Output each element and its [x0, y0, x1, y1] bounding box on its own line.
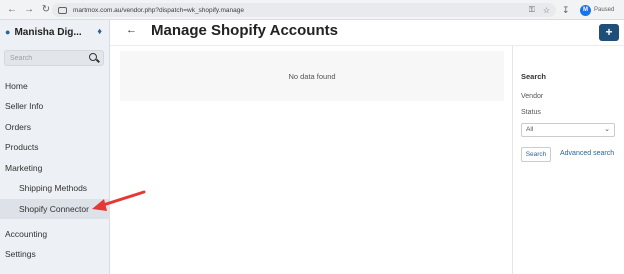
back-arrow-icon[interactable]: ← — [126, 24, 137, 36]
sidebar-item-seller-info[interactable]: Seller Info — [0, 96, 110, 116]
avatar: M — [580, 4, 591, 16]
bookmark-star-icon[interactable]: ☆ — [543, 6, 550, 15]
chevron-down-icon: ⌄ — [604, 126, 610, 133]
advanced-search-link[interactable]: Advanced search — [560, 150, 614, 157]
search-panel: Search Vendor Status All ⌄ Search Advanc… — [512, 46, 624, 274]
empty-state: No data found — [120, 51, 504, 101]
vendor-label: Vendor — [521, 93, 544, 100]
search-icon[interactable] — [89, 53, 97, 61]
sidebar-item-home[interactable]: Home — [0, 76, 110, 96]
sidebar-item-products[interactable]: Products — [0, 137, 110, 157]
sidebar-item-settings[interactable]: Settings — [0, 244, 110, 264]
sidebar-item-marketing[interactable]: Marketing — [0, 158, 110, 178]
status-select-value: All — [526, 126, 534, 133]
sidebar: ● Manisha Dig... ♦ Home Seller Info Orde… — [0, 20, 110, 274]
search-panel-heading: Search — [521, 72, 547, 81]
forward-nav-icon[interactable]: → — [22, 3, 36, 17]
annotation-arrow — [92, 190, 146, 211]
profile-status: Paused — [594, 7, 615, 13]
sidebar-search-input[interactable] — [10, 54, 86, 62]
status-select[interactable]: All ⌄ — [521, 123, 615, 137]
sidebar-item-orders[interactable]: Orders — [0, 117, 110, 137]
annotation-arrow-head — [92, 199, 107, 211]
key-icon[interactable]: ⚿ — [529, 5, 535, 15]
user-name: Manisha Dig... — [14, 26, 82, 38]
address-bar[interactable]: martmox.com.au/vendor.php?dispatch=wk_sh… — [52, 3, 556, 17]
reload-icon[interactable]: ↻ — [39, 3, 53, 17]
annotation-arrow-shaft — [98, 190, 146, 208]
add-account-button[interactable]: + — [599, 24, 619, 41]
page-title: Manage Shopify Accounts — [151, 22, 338, 39]
download-icon[interactable]: ↧ — [562, 3, 570, 17]
back-nav-icon[interactable]: ← — [5, 3, 19, 17]
url-text: martmox.com.au/vendor.php?dispatch=wk_sh… — [73, 6, 244, 14]
profile-button[interactable]: M Paused — [580, 3, 614, 17]
sidebar-user[interactable]: ● Manisha Dig... ♦ — [0, 20, 110, 44]
sidebar-search — [4, 50, 104, 66]
site-info-icon[interactable] — [58, 6, 67, 14]
search-button[interactable]: Search — [521, 147, 551, 162]
status-label: Status — [521, 109, 541, 116]
browser-toolbar: ← → ↻ martmox.com.au/vendor.php?dispatch… — [0, 0, 624, 20]
user-icon: ● — [5, 27, 11, 37]
sidebar-item-accounting[interactable]: Accounting — [0, 224, 110, 244]
bell-icon[interactable]: ♦ — [97, 26, 102, 36]
